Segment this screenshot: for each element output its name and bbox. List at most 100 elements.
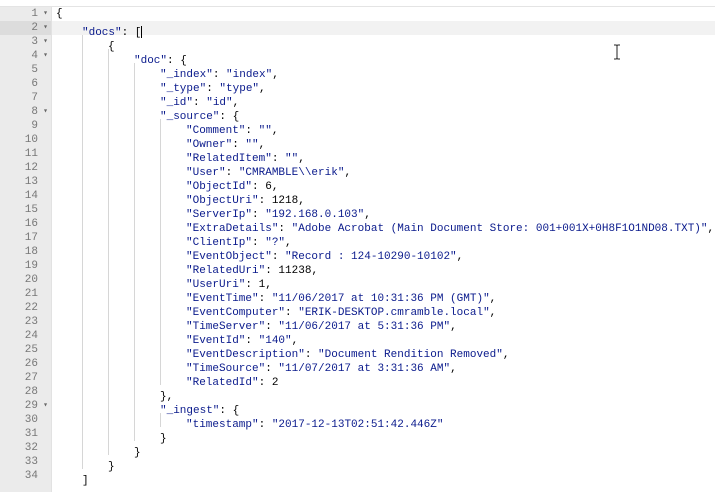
indent-guide	[82, 371, 108, 385]
code-line[interactable]: 6 "_type": "type",	[0, 77, 715, 95]
code-line[interactable]: 24 "EventId": "140",	[0, 329, 715, 347]
code-line[interactable]: 31}	[0, 427, 715, 445]
code-line[interactable]: 22 "EventComputer": "ERIK-DESKTOP.cmrambl…	[0, 301, 715, 319]
indent-guide	[108, 77, 134, 91]
code-line[interactable]: 17 "ClientIp": "?",	[0, 231, 715, 249]
indent-guide	[108, 287, 134, 301]
code-line[interactable]: 1 ▾ {	[0, 7, 715, 21]
indent-guide	[160, 133, 186, 147]
indent-guide	[134, 301, 160, 315]
code-line[interactable]: 25 "EventDescription": "Document Renditio…	[0, 343, 715, 361]
indent-guide	[160, 231, 186, 245]
indent-guide	[108, 49, 134, 63]
line-number: 5	[31, 64, 38, 76]
line-number: 32	[24, 442, 38, 454]
code-line[interactable]: 30 "timestamp": "2017-12-13T02:51:42.446Z…	[0, 413, 715, 431]
code-line[interactable]: 16 "ExtraDetails": "Adobe Acrobat (Main D…	[0, 217, 715, 235]
code-line[interactable]: 15 "ServerIp": "192.168.0.103",	[0, 203, 715, 221]
indent-guide	[160, 413, 186, 427]
indent-guide	[82, 231, 108, 245]
code-line[interactable]: 12 "User": "CMRAMBLE\\erik",	[0, 161, 715, 179]
indent-guide	[82, 217, 108, 231]
code-line[interactable]: 11 "RelatedItem": "",	[0, 147, 715, 165]
indent-guide	[134, 175, 160, 189]
indent-guide	[108, 357, 134, 371]
code-line[interactable]: 26 "TimeSource": "11/07/2017 at 3:31:36 A…	[0, 357, 715, 375]
indent-guide	[108, 119, 134, 133]
indent-guide	[82, 343, 108, 357]
json-code-editor[interactable]: 1 ▾{2 ▾ "docs": [3 ▾{4 ▾ "doc": {5 "_index": "i…	[0, 0, 715, 492]
punctuation-token: {	[56, 8, 63, 20]
indent-guide	[108, 441, 134, 455]
code-line[interactable]: 14 "ObjectUri": 1218,	[0, 189, 715, 207]
code-lines[interactable]: 1 ▾{2 ▾ "docs": [3 ▾{4 ▾ "doc": {5 "_index": "i…	[0, 7, 715, 487]
fold-toggle-icon[interactable]: ▾	[41, 7, 50, 21]
line-number: 31	[24, 428, 38, 440]
code-text: ]	[56, 469, 89, 488]
fold-toggle-icon[interactable]: ▾	[41, 399, 50, 413]
text-cursor-ibeam-icon	[614, 44, 620, 60]
code-line[interactable]: 3 ▾{	[0, 35, 715, 53]
indent-guide	[108, 133, 134, 147]
indent-guide	[134, 371, 160, 385]
line-number: 16	[24, 218, 38, 230]
indent-guide	[160, 357, 186, 371]
code-line[interactable]: 20 "UserUri": 1,	[0, 273, 715, 291]
code-line[interactable]: 8 ▾ "_source": {	[0, 105, 715, 123]
line-number: 9	[31, 120, 38, 132]
indent-guide	[82, 427, 108, 441]
code-line[interactable]: 19 "RelatedUri": 11238,	[0, 259, 715, 277]
code-line[interactable]: 7 "_id": "id",	[0, 91, 715, 109]
code-line[interactable]: 29 ▾ "_ingest": {	[0, 399, 715, 417]
code-line[interactable]: 28},	[0, 385, 715, 403]
indent-guide	[134, 203, 160, 217]
line-number: 3	[31, 36, 38, 48]
code-line[interactable]: 10 "Owner": "",	[0, 133, 715, 151]
code-line[interactable]: 18 "EventObject": "Record : 124-10290-101…	[0, 245, 715, 263]
code-line[interactable]: 34]	[0, 469, 715, 487]
indent-guide	[160, 189, 186, 203]
indent-guide	[134, 91, 160, 105]
code-line[interactable]: 27 "RelatedId": 2	[0, 371, 715, 389]
fold-toggle-icon[interactable]: ▾	[41, 49, 50, 63]
code-line[interactable]: 9 "Comment": "",	[0, 119, 715, 137]
indent-guide	[160, 329, 186, 343]
fold-toggle-icon[interactable]: ▾	[41, 105, 50, 119]
code-line[interactable]: 23 "TimeServer": "11/06/2017 at 5:31:36 P…	[0, 315, 715, 333]
indent-guide	[82, 455, 108, 469]
code-line[interactable]: 2 ▾ "docs": [	[0, 21, 715, 39]
indent-guide	[82, 245, 108, 259]
line-number: 27	[24, 372, 38, 384]
indent-guide	[160, 175, 186, 189]
indent-guide	[108, 315, 134, 329]
line-number: 2	[31, 22, 38, 34]
indent-guide	[108, 371, 134, 385]
indent-guide	[134, 343, 160, 357]
code-line[interactable]: 21 "EventTime": "11/06/2017 at 10:31:36 P…	[0, 287, 715, 305]
indent-guide	[82, 161, 108, 175]
fold-toggle-icon[interactable]: ▾	[41, 21, 50, 35]
line-number: 23	[24, 316, 38, 328]
code-text: {	[56, 7, 63, 21]
code-line[interactable]: 4 ▾ "doc": {	[0, 49, 715, 67]
code-line[interactable]: 33}	[0, 455, 715, 473]
code-line[interactable]: 13 "ObjectId": 6,	[0, 175, 715, 193]
code-line[interactable]: 5 "_index": "index",	[0, 63, 715, 81]
code-line[interactable]: 32}	[0, 441, 715, 459]
indent-guide	[108, 231, 134, 245]
fold-toggle-icon[interactable]: ▾	[41, 35, 50, 49]
line-number: 12	[24, 162, 38, 174]
indent-guide	[108, 427, 134, 441]
indent-guide	[82, 259, 108, 273]
indent-guide	[108, 329, 134, 343]
